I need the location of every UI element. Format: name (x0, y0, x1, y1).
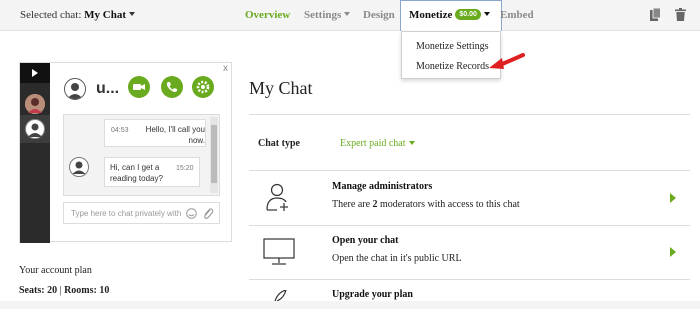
plan-separator: | (59, 285, 62, 296)
copy-icon[interactable] (650, 8, 661, 21)
video-camera-icon (133, 84, 145, 90)
row-title: Open your chat (332, 235, 399, 246)
user-avatar-icon (28, 123, 42, 137)
message-text: Hi, can I get a reading today? (110, 163, 163, 183)
rocket-icon (274, 290, 287, 301)
account-plan-details: Seats: 20 | Rooms: 10 (19, 285, 109, 296)
account-plan-label: Your account plan (19, 265, 92, 276)
avatar[interactable] (25, 119, 45, 139)
moderators-count: 2 (372, 199, 378, 210)
scrollbar[interactable] (210, 117, 218, 193)
widget-settings-button[interactable] (192, 76, 214, 98)
divider (249, 225, 690, 226)
tab-embed[interactable]: Embed (500, 0, 534, 31)
red-pointer-arrow-icon (489, 53, 525, 69)
avatar[interactable] (25, 94, 45, 114)
seats-label: Seats: (19, 285, 45, 296)
tab-settings-label: Settings (304, 9, 342, 21)
gear-icon (196, 80, 210, 94)
message-time: 15:20 (176, 165, 194, 172)
moderators-desc-post: moderators with access to this chat (380, 199, 520, 210)
tab-monetize-label: Monetize (409, 9, 453, 21)
chevron-down-icon (129, 12, 135, 17)
rooms-value: 10 (99, 285, 110, 296)
tab-monetize[interactable]: Monetize $0.00 (400, 0, 502, 31)
chat-type-value: Expert paid chat (340, 138, 406, 149)
chevron-down-icon (483, 12, 490, 17)
user-avatar-icon (67, 83, 83, 99)
row-title: Manage administrators (332, 181, 433, 192)
chevron-down-icon (344, 12, 351, 17)
private-chat-input[interactable]: Type here to chat privately with (63, 202, 220, 224)
chat-widget-preview: x u... 04:53 Hello, I'll call you now. H… (19, 62, 232, 243)
monetize-menu: Monetize Settings Monetize Records (401, 31, 501, 79)
divider (249, 279, 690, 280)
chevron-down-icon (408, 140, 415, 145)
phone-call-button[interactable] (161, 76, 183, 98)
monitor-icon (263, 238, 295, 265)
emoji-icon[interactable] (186, 208, 197, 219)
widget-user-name: u... (96, 80, 120, 97)
video-call-button[interactable] (128, 76, 150, 98)
tab-design[interactable]: Design (363, 0, 395, 31)
trash-icon[interactable] (675, 8, 686, 21)
avatar (64, 78, 86, 100)
menu-item-monetize-settings[interactable]: Monetize Settings (416, 41, 489, 52)
top-bar: Selected chat: My Chat Overview Settings… (0, 0, 700, 31)
tab-overview[interactable]: Overview (245, 0, 290, 31)
moderators-desc-pre: There are (332, 199, 371, 210)
close-icon[interactable]: x (223, 63, 228, 74)
row-description: Open the chat in it's public URL (332, 253, 462, 264)
seats-value: 20 (47, 285, 58, 296)
page-title: My Chat (249, 78, 313, 98)
row-title: Upgrade your plan (332, 289, 413, 300)
user-avatar-icon (69, 157, 89, 177)
selected-chat[interactable]: Selected chat: My Chat (20, 9, 135, 21)
woman-avatar-icon (25, 94, 45, 114)
private-chat-placeholder: Type here to chat privately with (71, 209, 182, 218)
widget-sidebar (20, 63, 50, 243)
chevron-right-icon[interactable] (670, 193, 676, 203)
add-user-icon (266, 183, 288, 211)
balance-badge: $0.00 (455, 8, 481, 20)
message-list: 04:53 Hello, I'll call you now. Hi, can … (63, 114, 220, 196)
rooms-label: Rooms: (64, 285, 97, 296)
selected-chat-name: My Chat (84, 9, 126, 21)
chevron-right-icon[interactable] (670, 247, 676, 257)
menu-item-monetize-records[interactable]: Monetize Records (416, 61, 489, 72)
list-item: Hi, can I get a reading today? 15:20 (104, 157, 200, 187)
tab-settings[interactable]: Settings (304, 0, 351, 31)
selected-chat-prefix: Selected chat: (20, 9, 82, 21)
list-item: 04:53 Hello, I'll call you now. (104, 119, 206, 147)
play-icon[interactable] (20, 63, 50, 83)
row-description: There are 2 moderators with access to th… (332, 199, 520, 210)
bottom-edge (0, 301, 700, 309)
chat-type-select[interactable]: Expert paid chat (340, 138, 415, 149)
phone-icon (166, 82, 177, 92)
paperclip-icon[interactable] (202, 207, 214, 220)
divider (249, 170, 690, 171)
divider (249, 114, 690, 115)
scrollbar-thumb[interactable] (211, 125, 217, 183)
chat-type-label: Chat type (258, 138, 300, 149)
message-time: 04:53 (111, 127, 129, 134)
message-text: Hello, I'll call you now. (145, 125, 205, 145)
